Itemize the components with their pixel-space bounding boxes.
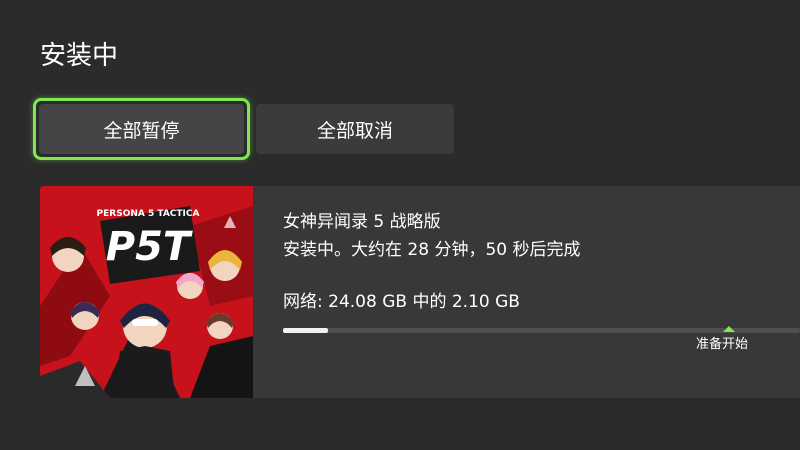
pause-all-button[interactable]: 全部暂停 (39, 104, 244, 154)
cover-logo-text: P5T (106, 224, 193, 270)
ready-to-start-marker-icon (723, 326, 735, 332)
ready-to-start-label: 准备开始 (696, 337, 749, 352)
install-queue-item[interactable]: P5T PERSONA 5 TACTICA 女神异闻录 5 战略版 安装中。大约… (40, 186, 800, 398)
game-cover-illustration: P5T PERSONA 5 TACTICA (40, 186, 253, 398)
game-cover-art: P5T PERSONA 5 TACTICA (40, 186, 253, 398)
cancel-all-label: 全部取消 (316, 119, 393, 142)
install-status-text: 安装中。大约在 28 分钟，50 秒后完成 (283, 240, 581, 260)
cover-logo-subtitle: PERSONA 5 TACTICA (97, 209, 200, 219)
pause-all-label: 全部暂停 (103, 119, 180, 142)
page-title: 安装中 (40, 41, 119, 71)
network-progress-text: 网络: 24.08 GB 中的 2.10 GB (283, 292, 520, 312)
game-title: 女神异闻录 5 战略版 (283, 212, 441, 232)
download-progress-fill (283, 328, 329, 333)
cancel-all-button[interactable]: 全部取消 (256, 104, 454, 154)
